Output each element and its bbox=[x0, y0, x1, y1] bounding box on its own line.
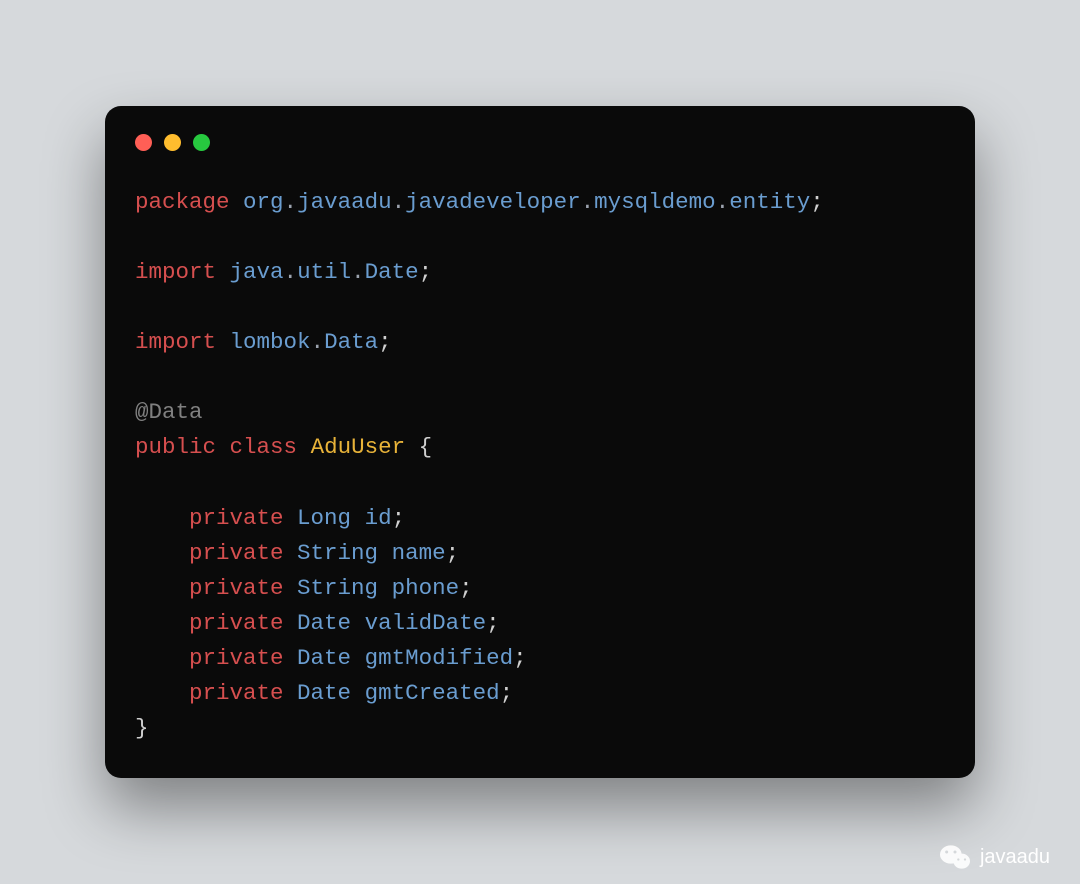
code-token: . bbox=[351, 259, 365, 285]
code-token: Data bbox=[324, 329, 378, 355]
code-line: } bbox=[135, 715, 149, 741]
code-token: private bbox=[189, 575, 284, 601]
code-token bbox=[284, 575, 298, 601]
code-token bbox=[351, 645, 365, 671]
code-token: name bbox=[392, 540, 446, 566]
code-line: private Date gmtCreated; bbox=[135, 680, 513, 706]
code-token: . bbox=[284, 189, 298, 215]
code-token: ; bbox=[459, 575, 473, 601]
code-token: ; bbox=[486, 610, 500, 636]
code-token: } bbox=[135, 715, 149, 741]
code-block: package org.javaadu.javadeveloper.mysqld… bbox=[135, 185, 945, 747]
code-token: AduUser bbox=[311, 434, 406, 460]
code-line: private Date validDate; bbox=[135, 610, 500, 636]
code-token: gmtModified bbox=[365, 645, 514, 671]
code-token: validDate bbox=[365, 610, 487, 636]
code-token: String bbox=[297, 575, 378, 601]
code-line: import java.util.Date; bbox=[135, 259, 432, 285]
code-token: . bbox=[716, 189, 730, 215]
code-token: Long bbox=[297, 505, 351, 531]
code-line: private Date gmtModified; bbox=[135, 645, 527, 671]
code-token bbox=[351, 505, 365, 531]
code-token: javadeveloper bbox=[405, 189, 581, 215]
watermark: javaadu bbox=[940, 844, 1050, 870]
close-dot[interactable] bbox=[135, 134, 152, 151]
code-line: private String phone; bbox=[135, 575, 473, 601]
wechat-icon bbox=[940, 844, 970, 870]
code-token: import bbox=[135, 259, 216, 285]
code-token: ; bbox=[419, 259, 433, 285]
maximize-dot[interactable] bbox=[193, 134, 210, 151]
code-token: { bbox=[405, 434, 432, 460]
code-token: . bbox=[392, 189, 406, 215]
code-token: Date bbox=[365, 259, 419, 285]
code-token: javaadu bbox=[297, 189, 392, 215]
code-token: . bbox=[311, 329, 325, 355]
code-token: Date bbox=[297, 610, 351, 636]
code-token: package bbox=[135, 189, 230, 215]
code-token: Date bbox=[297, 645, 351, 671]
code-token bbox=[284, 540, 298, 566]
code-token bbox=[284, 680, 298, 706]
code-token: private bbox=[189, 645, 284, 671]
code-window: package org.javaadu.javadeveloper.mysqld… bbox=[105, 106, 975, 779]
code-token: util bbox=[297, 259, 351, 285]
code-line: @Data bbox=[135, 399, 203, 425]
code-token: String bbox=[297, 540, 378, 566]
code-token bbox=[378, 540, 392, 566]
code-token: . bbox=[284, 259, 298, 285]
code-token: java bbox=[230, 259, 284, 285]
code-token: . bbox=[581, 189, 595, 215]
minimize-dot[interactable] bbox=[164, 134, 181, 151]
code-token: ; bbox=[378, 329, 392, 355]
code-token: class bbox=[230, 434, 298, 460]
code-token: org bbox=[243, 189, 284, 215]
code-token: ; bbox=[513, 645, 527, 671]
code-token: private bbox=[189, 610, 284, 636]
code-token: ; bbox=[446, 540, 460, 566]
code-token: entity bbox=[729, 189, 810, 215]
code-token bbox=[351, 680, 365, 706]
code-token: Date bbox=[297, 680, 351, 706]
code-token bbox=[216, 259, 230, 285]
code-line: private String name; bbox=[135, 540, 459, 566]
code-token bbox=[230, 189, 244, 215]
code-token bbox=[284, 645, 298, 671]
code-line: private Long id; bbox=[135, 505, 405, 531]
code-token bbox=[216, 329, 230, 355]
code-token: ; bbox=[500, 680, 514, 706]
code-token: id bbox=[365, 505, 392, 531]
code-token: ; bbox=[810, 189, 824, 215]
code-token bbox=[284, 505, 298, 531]
code-token: gmtCreated bbox=[365, 680, 500, 706]
code-token: phone bbox=[392, 575, 460, 601]
code-token bbox=[284, 610, 298, 636]
code-token: mysqldemo bbox=[594, 189, 716, 215]
code-token: @Data bbox=[135, 399, 203, 425]
code-line: public class AduUser { bbox=[135, 434, 432, 460]
code-token bbox=[216, 434, 230, 460]
code-line: package org.javaadu.javadeveloper.mysqld… bbox=[135, 189, 824, 215]
code-token bbox=[378, 575, 392, 601]
code-token: lombok bbox=[230, 329, 311, 355]
code-token: private bbox=[189, 680, 284, 706]
code-token: public bbox=[135, 434, 216, 460]
code-token bbox=[351, 610, 365, 636]
code-token: ; bbox=[392, 505, 406, 531]
code-line: import lombok.Data; bbox=[135, 329, 392, 355]
code-token bbox=[297, 434, 311, 460]
window-titlebar bbox=[135, 134, 945, 151]
watermark-text: javaadu bbox=[980, 846, 1050, 869]
code-token: private bbox=[189, 505, 284, 531]
code-token: private bbox=[189, 540, 284, 566]
code-token: import bbox=[135, 329, 216, 355]
